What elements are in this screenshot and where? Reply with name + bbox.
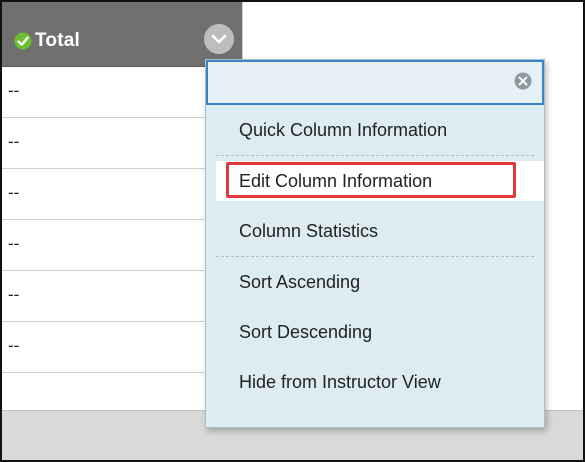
menu-item-sort-descending[interactable]: Sort Descending — [206, 307, 544, 357]
cell-value: -- — [8, 336, 20, 355]
menu-top-bar — [206, 60, 544, 105]
menu-item-edit-column-information[interactable]: Edit Column Information — [206, 156, 544, 206]
gradebook-frame: Total -- -- -- -- -- -- Quick Column Inf… — [0, 0, 585, 462]
menu-item-hide-from-instructor-view[interactable]: Hide from Instructor View — [206, 357, 544, 407]
menu-item-edit-column-information-wrapper: Edit Column Information — [206, 156, 544, 206]
check-icon — [14, 32, 32, 50]
cell-value: -- — [8, 183, 20, 202]
column-context-menu: Quick Column Information Edit Column Inf… — [205, 59, 545, 428]
menu-item-column-statistics[interactable]: Column Statistics — [206, 206, 544, 256]
menu-item-quick-column-information[interactable]: Quick Column Information — [206, 105, 544, 155]
cell-value: -- — [8, 285, 20, 304]
menu-item-sort-ascending[interactable]: Sort Ascending — [206, 257, 544, 307]
column-title: Total — [35, 30, 80, 51]
close-icon[interactable] — [514, 72, 532, 90]
column-header-total[interactable]: Total — [2, 2, 242, 67]
cell-value: -- — [8, 234, 20, 253]
chevron-down-icon[interactable] — [204, 24, 234, 54]
cell-value: -- — [8, 132, 20, 151]
cell-value: -- — [8, 81, 20, 100]
